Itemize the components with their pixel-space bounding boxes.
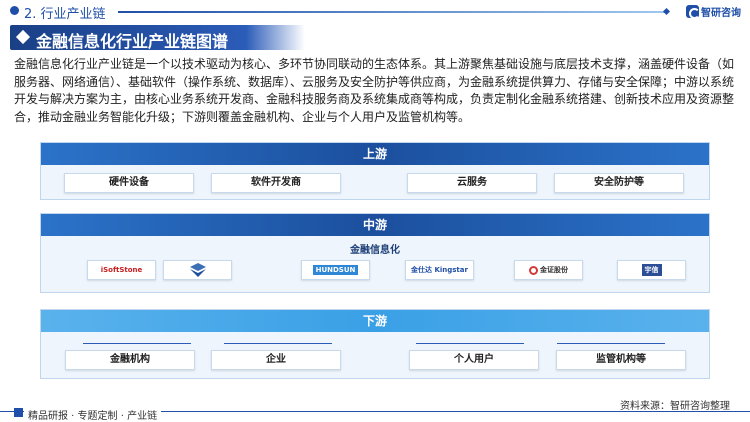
company-logo-yusys: 宇信 bbox=[617, 260, 686, 280]
company-logo-hundsun: HUNDSUN bbox=[301, 260, 370, 280]
downstream-item-regulator: 监管机构等 bbox=[556, 350, 686, 370]
page-title-banner: 金融信息化行业产业链图谱 bbox=[10, 25, 305, 51]
footer-slogan: 精品研报 · 专题定制 · 产业链 bbox=[24, 407, 162, 422]
company-logo-kingdom: 金证股份 bbox=[514, 260, 583, 280]
hundsun-logo: HUNDSUN bbox=[312, 265, 359, 275]
midstream-panel: 中游 金融信息化 iSoftStone HUNDSUN 金仕达 Kingstar… bbox=[40, 213, 710, 293]
downstream-item-enterprise: 企业 bbox=[211, 350, 341, 370]
upstream-item-software: 软件开发商 bbox=[211, 173, 341, 193]
upstream-item-cloud: 云服务 bbox=[407, 173, 537, 193]
footer-square-icon bbox=[14, 408, 23, 417]
downstream-connector bbox=[557, 343, 665, 344]
midstream-header: 中游 bbox=[41, 214, 709, 236]
isoftstone-logo: iSoftStone bbox=[100, 266, 143, 274]
upstream-item-hardware: 硬件设备 bbox=[64, 173, 194, 193]
brand-logo-text: 智研咨询 bbox=[701, 8, 741, 19]
upstream-panel: 上游 硬件设备 软件开发商 云服务 安全防护等 bbox=[40, 142, 710, 200]
section-bullet-icon bbox=[10, 6, 19, 15]
yusys-logo: 宇信 bbox=[641, 264, 662, 276]
s-shield-logo bbox=[189, 263, 206, 277]
brand-logo-icon bbox=[686, 5, 700, 19]
divider-end-icon bbox=[662, 7, 671, 16]
intro-paragraph: 金融信息化行业产业链是一个以技术驱动为核心、多环节协同联动的生态体系。其上游聚焦… bbox=[14, 57, 735, 124]
downstream-panel: 下游 金融机构 企业 个人用户 监管机构等 bbox=[40, 309, 710, 379]
downstream-connector bbox=[416, 343, 524, 344]
brand-logo: 智研咨询 bbox=[686, 4, 741, 19]
footer: 精品研报 · 专题定制 · 产业链 bbox=[0, 404, 750, 422]
upstream-header: 上游 bbox=[41, 143, 709, 165]
header-divider bbox=[118, 11, 666, 13]
diamond-icon bbox=[15, 29, 31, 45]
kingdom-mark-icon bbox=[529, 265, 538, 275]
kingstar-logo: 金仕达 Kingstar bbox=[411, 266, 468, 274]
page-title: 金融信息化行业产业链图谱 bbox=[36, 32, 229, 51]
section-title: 2. 行业产业链 bbox=[24, 7, 106, 22]
kingdom-logo: 金证股份 bbox=[540, 266, 568, 274]
midstream-sub-label: 金融信息化 bbox=[350, 245, 400, 256]
top-header: 2. 行业产业链 智研咨询 bbox=[0, 0, 750, 22]
company-logo-kingstar: 金仕达 Kingstar bbox=[405, 260, 474, 280]
downstream-connector bbox=[83, 343, 191, 344]
company-logo-isoftstone: iSoftStone bbox=[87, 260, 156, 280]
upstream-item-security: 安全防护等 bbox=[554, 173, 684, 193]
company-logo-s-shield bbox=[163, 260, 232, 280]
downstream-item-financial: 金融机构 bbox=[65, 350, 195, 370]
downstream-connector bbox=[224, 343, 332, 344]
downstream-header: 下游 bbox=[41, 310, 709, 332]
downstream-item-individual: 个人用户 bbox=[409, 350, 539, 370]
